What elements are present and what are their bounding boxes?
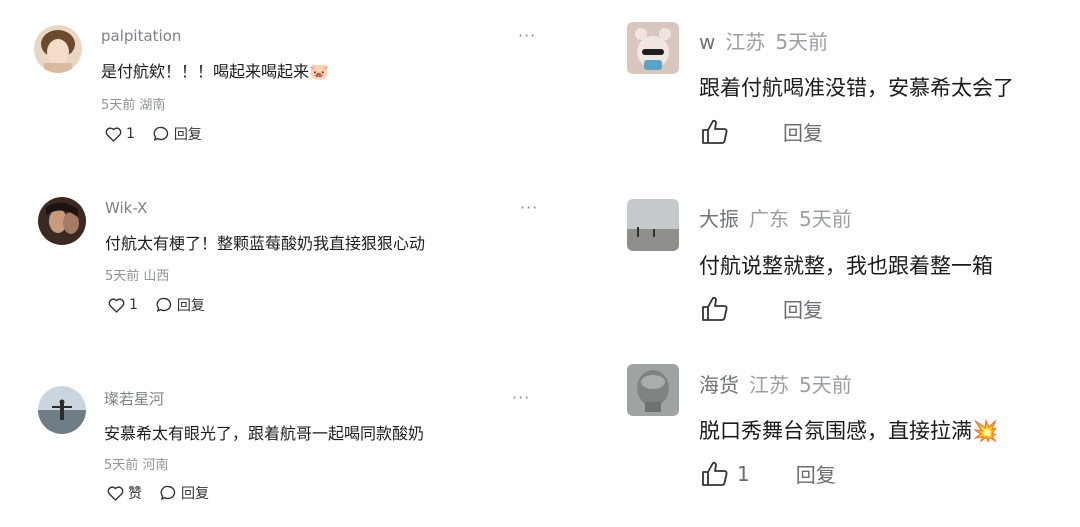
comment-location: 河南 [142, 458, 169, 473]
comment-actions: 赞 回复 [107, 483, 227, 503]
comment-location: 广东 [749, 207, 789, 231]
comment-location: 江苏 [749, 373, 789, 397]
like-count: 1 [737, 461, 750, 486]
avatar[interactable] [627, 364, 679, 416]
comment-actions: 1 回复 [105, 124, 220, 144]
comment-actions: 回复 [701, 117, 823, 146]
comment-bubble-icon [153, 126, 169, 141]
comment-text: 是付航欸！！！喝起来喝起来🐷 [101, 62, 329, 81]
reply-label: 回复 [176, 298, 205, 314]
more-options-icon[interactable]: ··· [512, 388, 530, 407]
username[interactable]: 大振 [699, 207, 739, 231]
reply-label: 回复 [783, 121, 823, 145]
reply-button[interactable]: 回复 [783, 117, 823, 146]
like-count: 1 [126, 126, 135, 142]
heart-icon [108, 297, 125, 313]
username[interactable]: 海货 [699, 373, 739, 397]
comment-text: 付航太有梗了！整颗蓝莓酸奶我直接狠狠心动 [105, 234, 426, 253]
reply-label: 回复 [181, 486, 209, 502]
like-count: 1 [129, 297, 138, 313]
thumbs-up-icon [702, 461, 728, 486]
comment-time: 5天前 [799, 373, 852, 397]
comment-location: 江苏 [725, 30, 766, 54]
comment-actions: 回复 [701, 294, 823, 323]
like-button[interactable] [701, 118, 737, 145]
left-comment-list: palpitation ··· 是付航欸！！！喝起来喝起来🐷 5天前 湖南 1 … [0, 0, 560, 527]
comment-actions: 1 回复 [108, 295, 223, 315]
thumbs-up-icon [702, 296, 728, 321]
like-button[interactable]: 赞 [107, 483, 142, 503]
reply-label: 回复 [173, 127, 202, 143]
like-button[interactable]: 1 [108, 297, 138, 313]
username[interactable]: 璨若星河 [104, 388, 164, 409]
comment-location: 湖南 [139, 98, 166, 113]
reply-label: 回复 [795, 463, 836, 487]
comment-meta: 5天前 山西 [105, 265, 169, 284]
avatar[interactable] [38, 197, 86, 245]
more-options-icon[interactable]: ··· [520, 198, 538, 217]
avatar[interactable] [34, 25, 82, 73]
comment-text: 安慕希太有眼光了，跟着航哥一起喝同款酸奶 [104, 424, 425, 443]
like-button[interactable] [701, 295, 737, 322]
comment-time: 5天前 [105, 269, 140, 284]
comment-header: 大振 广东 5天前 [699, 203, 852, 232]
comment-time: 5天前 [775, 30, 829, 54]
comment-header: w 江苏 5天前 [699, 26, 828, 55]
avatar[interactable] [627, 22, 679, 74]
comment-text: 付航说整就整，我也跟着整一箱 [699, 254, 993, 278]
username[interactable]: Wik-X [105, 199, 147, 217]
thumbs-up-icon [702, 119, 728, 144]
comment-meta: 5天前 河南 [104, 454, 168, 473]
username[interactable]: palpitation [101, 27, 181, 45]
comment-meta: 5天前 湖南 [101, 94, 165, 113]
reply-button[interactable]: 回复 [796, 459, 836, 488]
reply-button[interactable]: 回复 [156, 295, 205, 315]
like-label: 赞 [128, 486, 142, 502]
avatar[interactable] [627, 199, 679, 251]
comment-time: 5天前 [101, 98, 136, 113]
comment-location: 山西 [143, 269, 170, 284]
heart-icon [105, 126, 122, 142]
comment-bubble-icon [156, 297, 172, 312]
reply-button[interactable]: 回复 [783, 294, 823, 323]
like-button[interactable]: 1 [701, 460, 750, 487]
comment-time: 5天前 [104, 458, 139, 473]
right-comment-list: w 江苏 5天前 跟着付航喝准没错，安慕希太会了 回复 大振 广东 5天前 付航说 [600, 0, 1080, 527]
reply-button[interactable]: 回复 [160, 483, 209, 503]
username[interactable]: w [699, 30, 715, 54]
more-options-icon[interactable]: ··· [518, 26, 536, 45]
comment-time: 5天前 [799, 207, 852, 231]
comment-header: 海货 江苏 5天前 [699, 369, 852, 398]
heart-icon [107, 485, 124, 501]
comment-bubble-icon [160, 485, 176, 500]
comment-text: 脱口秀舞台氛围感，直接拉满💥 [699, 419, 999, 443]
reply-label: 回复 [783, 298, 823, 322]
comment-actions: 1 回复 [701, 459, 836, 488]
reply-button[interactable]: 回复 [153, 124, 202, 144]
comment-text: 跟着付航喝准没错，安慕希太会了 [699, 76, 1014, 100]
avatar[interactable] [38, 386, 86, 434]
like-button[interactable]: 1 [105, 126, 135, 142]
